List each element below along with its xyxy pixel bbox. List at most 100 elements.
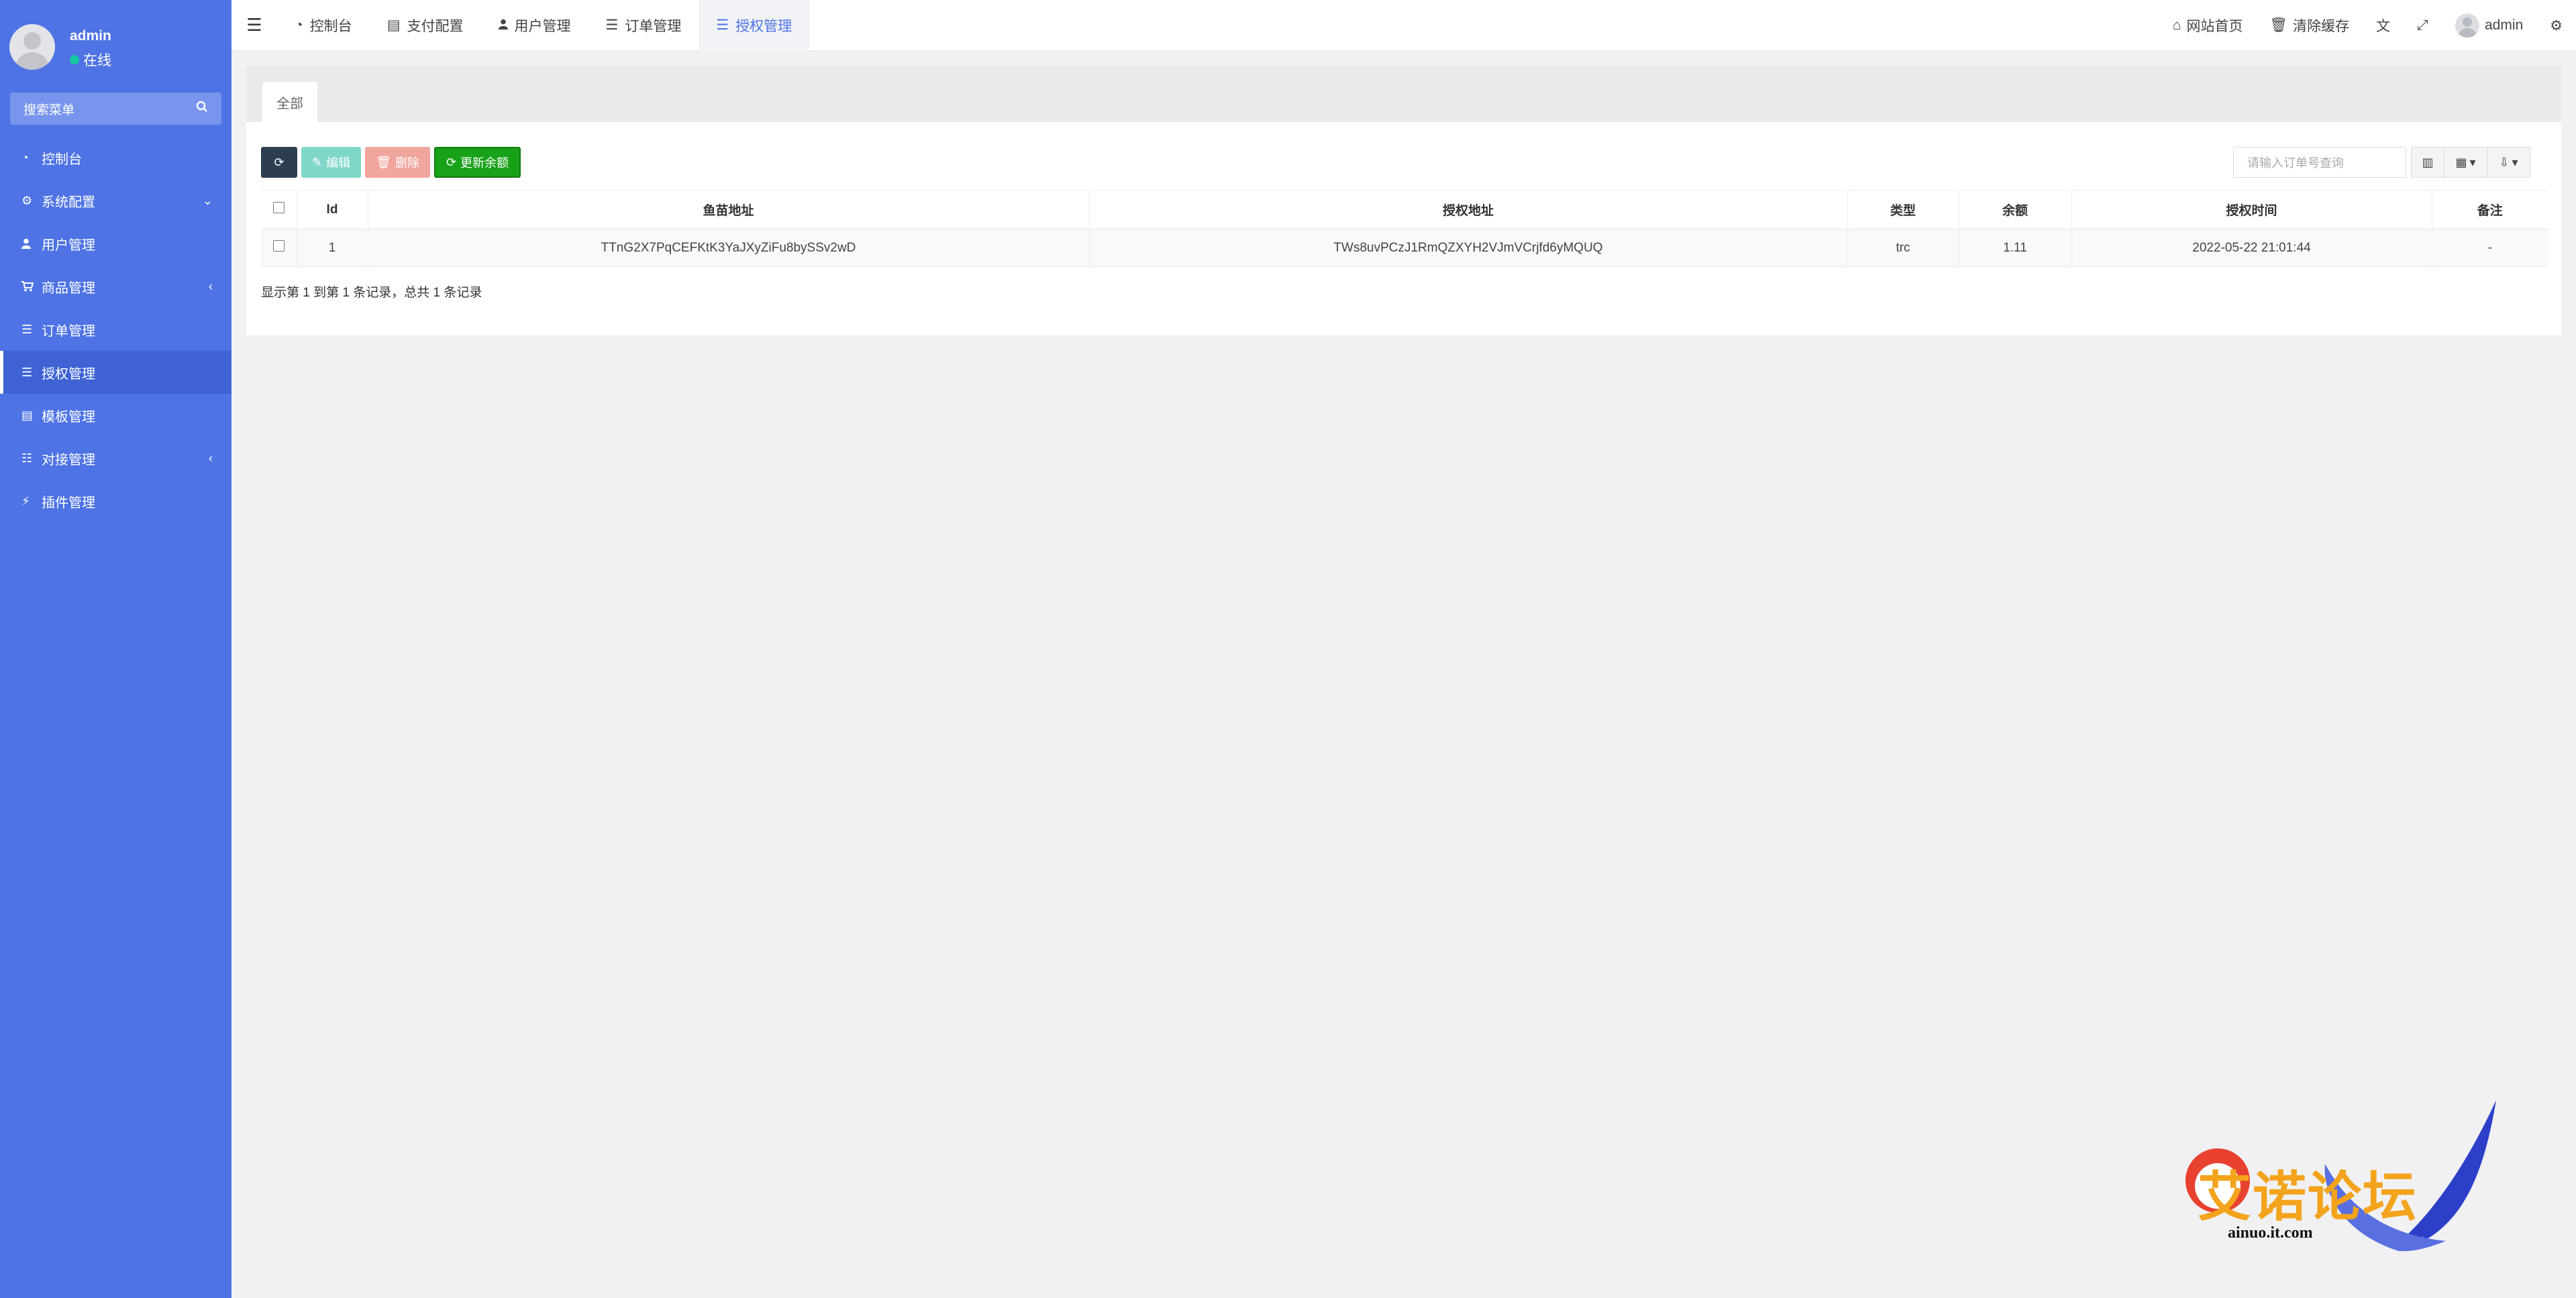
column-header-id[interactable]: Id — [297, 190, 368, 229]
watermark-url: ainuo.it.com — [2228, 1224, 2313, 1242]
fullscreen-icon: ⤢ — [2417, 17, 2428, 33]
column-header-auth-address[interactable]: 授权地址 — [1089, 190, 1848, 229]
site-home-label: 网站首页 — [2186, 19, 2243, 34]
tab-label: 支付配置 — [407, 18, 464, 34]
update-balance-button[interactable]: ⟳ 更新余额 — [433, 147, 521, 178]
delete-button-label: 删除 — [395, 156, 419, 170]
pagination-info: 显示第 1 到第 1 条记录，总共 1 条记录 — [261, 286, 482, 300]
column-header-balance[interactable]: 余额 — [1959, 190, 2072, 229]
dashboard-icon: ◔ — [21, 150, 29, 164]
main-panel: 全部 ⟳ ✎ 编辑 🗑 删除 ⟳ 更新余额 请输入订单号查询 ▥ ▦ ▾ ⇩ ▾… — [246, 66, 2561, 335]
checkbox[interactable] — [272, 202, 285, 213]
edit-button[interactable]: ✎ 编辑 — [301, 147, 362, 178]
row-checkbox-cell[interactable] — [261, 229, 297, 267]
online-dot-icon — [70, 55, 79, 64]
cell-type: trc — [1847, 229, 1959, 267]
toolbar: ⟳ ✎ 编辑 🗑 删除 ⟳ 更新余额 — [261, 147, 521, 178]
watermark-logo: 艾诺论坛 ainuo.it.com — [2177, 1100, 2500, 1261]
cell-auth-time: 2022-05-22 21:01:44 — [2071, 229, 2432, 267]
sidebar-item-system-config[interactable]: ⚙ 系统配置 ⌄ — [0, 179, 231, 222]
language-icon: 文 — [2376, 19, 2391, 34]
cell-auth-address: TWs8uvPCzJ1RmQZXYH2VJmVCrjfd6yMQUQ — [1089, 229, 1848, 267]
user-menu-name: admin — [2484, 17, 2524, 33]
sidebar-item-plugins[interactable]: ⚡ 插件管理 — [0, 480, 231, 523]
sidebar-item-label: 控制台 — [42, 152, 82, 167]
refresh-button[interactable]: ⟳ — [261, 147, 297, 178]
table-row[interactable]: 1 TTnG2X7PqCEFKtK3YaJXyZiFu8bySSv2wD TWs… — [261, 229, 2548, 267]
row-checkbox[interactable] — [272, 240, 285, 252]
tab-authorization[interactable]: ☰ 授权管理 — [699, 0, 810, 51]
user-panel: admin 在线 — [9, 24, 224, 71]
cell-id: 1 — [297, 229, 368, 267]
user-menu[interactable]: admin — [2442, 0, 2536, 51]
chevron-down-icon: ⌄ — [202, 193, 213, 207]
plug-icon: ⚡ — [21, 494, 30, 508]
gear-icon: ⚙ — [21, 193, 33, 207]
sidebar-item-label: 插件管理 — [42, 495, 95, 510]
trash-icon: 🗑 — [376, 155, 391, 169]
menu-toggle-icon[interactable]: ☰ — [231, 0, 277, 51]
user-icon — [498, 17, 508, 34]
sidebar-search-input[interactable]: 搜索菜单 — [10, 93, 221, 125]
clear-cache-label: 清除缓存 — [2293, 19, 2350, 34]
sidebar-search-placeholder: 搜索菜单 — [23, 103, 75, 117]
sidebar-item-goods[interactable]: 商品管理 ‹ — [0, 265, 231, 308]
sidebar-menu: ◔ 控制台 ⚙ 系统配置 ⌄ 用户管理 商品管理 ‹ ☰ 订单管理 ☰ 授权管理… — [0, 136, 231, 523]
toggle-view-button[interactable]: ▥ — [2411, 147, 2444, 178]
caret-down-icon: ▾ — [2469, 155, 2476, 169]
sidebar-item-label: 系统配置 — [42, 195, 95, 210]
table-icon: ▤ — [21, 408, 34, 422]
delete-button[interactable]: 🗑 删除 — [365, 147, 430, 178]
tab-users[interactable]: 用户管理 — [481, 0, 588, 51]
language-button[interactable]: 文 — [2363, 0, 2404, 51]
columns-dropdown[interactable]: ▦ ▾ — [2444, 147, 2487, 178]
cell-fish-address: TTnG2X7PqCEFKtK3YaJXyZiFu8bySSv2wD — [368, 229, 1090, 267]
column-header-remark[interactable]: 备注 — [2432, 191, 2548, 229]
export-icon: ⇩ — [2499, 155, 2510, 169]
settings-button[interactable]: ⚙ — [2536, 0, 2576, 51]
user-status: 在线 — [70, 50, 111, 70]
tab-label: 授权管理 — [735, 18, 792, 34]
cell-balance: 1.11 — [1959, 229, 2072, 267]
sidebar-item-integration[interactable]: ☷ 对接管理 ‹ — [0, 437, 231, 480]
grid-icon: ▦ — [2455, 155, 2467, 169]
column-header-fish-address[interactable]: 鱼苗地址 — [368, 190, 1090, 229]
gears-icon: ⚙ — [2550, 17, 2563, 34]
clear-cache-button[interactable]: 🗑 清除缓存 — [2256, 0, 2363, 51]
trash-icon: 🗑 — [2269, 17, 2288, 33]
tab-label: 订单管理 — [625, 18, 682, 34]
pencil-icon: ✎ — [312, 155, 323, 169]
avatar — [2455, 13, 2479, 38]
cart-icon — [21, 281, 42, 292]
export-dropdown[interactable]: ⇩ ▾ — [2487, 147, 2530, 178]
column-header-auth-time[interactable]: 授权时间 — [2071, 190, 2432, 229]
home-icon: ⌂ — [2172, 17, 2181, 33]
tab-label: 用户管理 — [514, 18, 571, 34]
select-all-checkbox[interactable] — [261, 190, 297, 229]
view-buttons: ▥ ▦ ▾ ⇩ ▾ — [2411, 147, 2530, 178]
tab-payment-config[interactable]: ▤ 支付配置 — [370, 0, 481, 51]
dashboard-icon: ◔ — [295, 17, 303, 33]
sidebar-item-authorization[interactable]: ☰ 授权管理 — [0, 351, 231, 394]
tab-orders[interactable]: ☰ 订单管理 — [588, 0, 699, 51]
sidebar-item-orders[interactable]: ☰ 订单管理 — [0, 308, 231, 351]
avatar — [9, 24, 55, 70]
tab-label: 控制台 — [309, 18, 352, 34]
tab-all[interactable]: 全部 — [262, 82, 317, 122]
site-home-link[interactable]: ⌂ 网站首页 — [2159, 0, 2257, 51]
user-status-label: 在线 — [83, 53, 111, 68]
list-icon: ☰ — [716, 17, 729, 33]
tab-dashboard[interactable]: ◔ 控制台 — [277, 0, 370, 51]
chevron-left-icon: ‹ — [209, 451, 213, 465]
sidebar-item-dashboard[interactable]: ◔ 控制台 — [0, 136, 231, 179]
sidebar-item-users[interactable]: 用户管理 — [0, 222, 231, 265]
sidebar: admin 在线 搜索菜单 ◔ 控制台 ⚙ 系统配置 ⌄ 用户管理 商品管理 ‹… — [0, 0, 231, 1298]
fullscreen-button[interactable]: ⤢ — [2404, 0, 2442, 51]
column-header-type[interactable]: 类型 — [1847, 190, 1959, 229]
sidebar-item-templates[interactable]: ▤ 模板管理 — [0, 394, 231, 437]
list-icon: ☰ — [605, 17, 619, 33]
order-search-input[interactable]: 请输入订单号查询 — [2233, 147, 2406, 178]
search-icon[interactable] — [196, 101, 208, 117]
sidebar-item-label: 订单管理 — [42, 323, 95, 339]
watermark-text: 艾诺论坛 — [2198, 1165, 2418, 1228]
